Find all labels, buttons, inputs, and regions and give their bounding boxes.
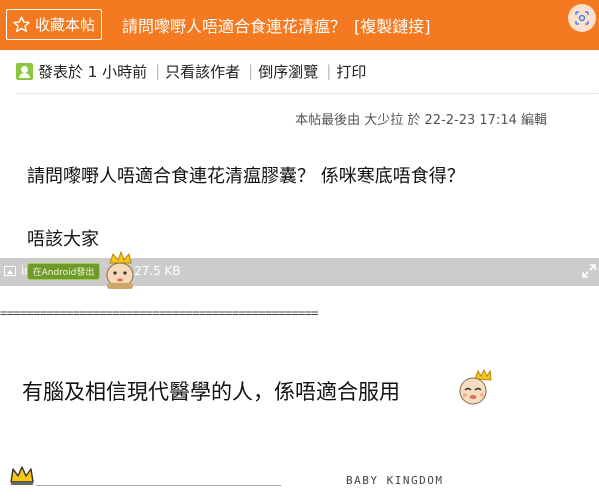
lens-search-button[interactable] bbox=[568, 4, 596, 32]
crown-icon bbox=[10, 466, 34, 485]
image-filesize: 27.5 KB bbox=[134, 264, 181, 278]
print-link[interactable]: 打印 bbox=[336, 61, 366, 82]
favorite-label: 收藏本帖 bbox=[35, 16, 96, 34]
expand-icon[interactable] bbox=[582, 264, 596, 278]
thread-title: 請問嚟嘢人唔適合食連花清瘟？ [複製鏈接] bbox=[122, 13, 431, 37]
thread-header: 收藏本帖 請問嚟嘢人唔適合食連花清瘟？ [複製鏈接] bbox=[0, 0, 599, 50]
edit-note: 本帖最後由 大少拉 於 22-2-23 17:14 編輯 bbox=[295, 113, 547, 128]
baby-mascot-icon bbox=[459, 369, 492, 405]
star-icon bbox=[13, 16, 30, 33]
post-closing-line: 有腦及相信現代醫學的人，係唔適合服用 bbox=[22, 380, 400, 404]
separator: | bbox=[155, 62, 161, 80]
post-meta-bar: 發表於 1 小時前 | 只看該作者 | 倒序瀏覽 | 打印 bbox=[16, 61, 366, 81]
android-badge: 在Android發出 bbox=[27, 263, 100, 280]
crowned-mascot-icon bbox=[106, 250, 134, 289]
post-time: 發表於 1 小時前 bbox=[38, 62, 148, 81]
lens-icon bbox=[575, 11, 589, 25]
user-icon bbox=[16, 62, 33, 80]
signature-rule: ______________________________________ bbox=[36, 472, 281, 486]
post-line-thanks: 唔該大家 bbox=[27, 229, 99, 250]
separator-rule: ========================================… bbox=[0, 306, 319, 320]
image-icon bbox=[4, 266, 16, 276]
favorite-button[interactable]: 收藏本帖 bbox=[6, 9, 103, 40]
separator: | bbox=[248, 62, 254, 80]
meta-divider bbox=[16, 93, 599, 94]
reverse-order-link[interactable]: 倒序瀏覽 bbox=[258, 61, 318, 82]
post-line-question: 請問嚟嘢人唔適合食連花清瘟膠囊？ 係咪寒底唔食得？ bbox=[27, 166, 465, 187]
copy-link-button[interactable]: [複製鏈接] bbox=[354, 17, 431, 36]
separator: | bbox=[326, 62, 332, 80]
author-only-link[interactable]: 只看該作者 bbox=[165, 61, 240, 82]
signature-brand: BABY KINGDOM bbox=[346, 474, 444, 487]
thread-title-text: 請問嚟嘢人唔適合食連花清瘟？ bbox=[122, 17, 347, 36]
